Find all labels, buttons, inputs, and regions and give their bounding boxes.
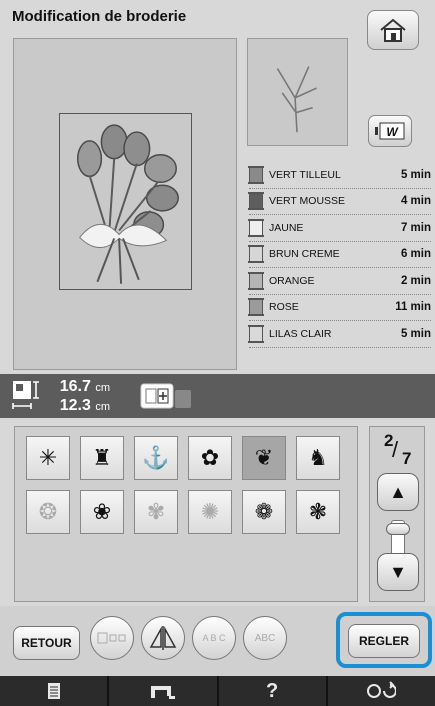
- thread-spool-icon: [248, 245, 264, 264]
- arrow-up-icon: ▲: [389, 481, 407, 502]
- help-button[interactable]: ?: [219, 676, 328, 706]
- regler-highlight: REGLER: [336, 612, 432, 668]
- thread-color-row: ROSE 11 min: [248, 295, 431, 321]
- design-size-readout: 16.7 cm 12.3 cm: [50, 378, 110, 416]
- action-bar: RETOUR A B C ABC REGLER: [0, 606, 435, 676]
- thread-settings-button[interactable]: [328, 676, 435, 706]
- design-thumbnail-image: [276, 66, 317, 133]
- height-unit: cm: [95, 382, 110, 394]
- pattern-tile[interactable]: ♞: [296, 436, 340, 480]
- stitch-preview-icon: W: [375, 122, 405, 140]
- arrow-down-icon: ▼: [389, 561, 407, 582]
- width-unit: cm: [95, 401, 110, 413]
- thread-spool-icon: [248, 324, 264, 343]
- mirror-icon: [149, 626, 177, 650]
- pattern-tile[interactable]: ❁: [242, 490, 286, 534]
- stitch-preview-button[interactable]: W: [368, 115, 412, 147]
- thread-color-time: 5 min: [400, 168, 431, 181]
- thread-settings-icon: [367, 681, 397, 698]
- thread-color-row: LILAS CLAIR 5 min: [248, 321, 431, 348]
- sewing-machine-icon: [150, 686, 175, 699]
- page-separator: /: [392, 437, 399, 462]
- pattern-tile[interactable]: ♜: [80, 436, 124, 480]
- home-button[interactable]: [367, 10, 419, 50]
- document-button[interactable]: [0, 676, 110, 706]
- thread-color-name: LILAS CLAIR: [269, 327, 332, 340]
- total-pages: 7: [402, 449, 412, 468]
- pattern-tile-disabled: ✾: [134, 490, 178, 534]
- hoop-frame-icon: [140, 383, 191, 409]
- thread-color-name: ORANGE: [269, 274, 315, 287]
- thread-color-time: 11 min: [395, 301, 431, 314]
- design-thumbnail: [247, 38, 348, 146]
- thread-spool-icon: [248, 271, 264, 290]
- design-size-bar: 16.7 cm 12.3 cm: [0, 374, 435, 418]
- pattern-tile[interactable]: ❀: [80, 490, 124, 534]
- page-scrollbar-thumb[interactable]: [386, 523, 410, 535]
- thread-color-time: 7 min: [400, 221, 431, 234]
- thread-color-time: 6 min: [400, 248, 431, 261]
- thread-spool-icon: [248, 165, 264, 184]
- mirror-button[interactable]: [141, 616, 185, 660]
- thread-color-name: BRUN CREME: [269, 248, 340, 261]
- thread-color-name: VERT MOUSSE: [269, 195, 346, 208]
- flower-bouquet-design: [76, 124, 179, 284]
- embroidery-preview-panel: [13, 38, 237, 370]
- thread-color-name: ROSE: [269, 301, 299, 314]
- sewing-machine-button[interactable]: [109, 676, 219, 706]
- thread-color-name: VERT TILLEUL: [269, 168, 341, 181]
- bottom-navigation-bar: ?: [0, 676, 435, 706]
- thread-color-time: 2 min: [400, 274, 431, 287]
- thread-spool-icon: [248, 298, 264, 317]
- thread-color-row: JAUNE 7 min: [248, 215, 431, 242]
- page-indicator: 2 / 7: [378, 431, 418, 471]
- thread-color-row: ORANGE 2 min: [248, 268, 431, 295]
- layout-icon: [97, 632, 126, 644]
- pattern-tile[interactable]: ⚓: [134, 436, 178, 480]
- thread-color-name: JAUNE: [269, 221, 304, 234]
- retour-button[interactable]: RETOUR: [13, 626, 80, 660]
- thread-spool-icon: [248, 192, 264, 211]
- width-value: 12.3: [59, 397, 91, 414]
- layout-button[interactable]: [90, 616, 134, 660]
- pattern-pagination: 2 / 7 ▲ ▼: [369, 426, 425, 602]
- thread-color-time: 4 min: [400, 195, 431, 208]
- pattern-tile-selected[interactable]: ❦: [242, 436, 286, 480]
- page-up-button[interactable]: ▲: [377, 473, 419, 511]
- embroidery-edit-screen: Modification de broderie W VERT TILLEUL …: [0, 0, 435, 706]
- stitch-preview-label: W: [386, 125, 399, 139]
- home-icon: [380, 18, 406, 42]
- thread-color-time: 5 min: [400, 327, 431, 340]
- thread-color-list: VERT TILLEUL 5 min VERT MOUSSE 4 min JAU…: [248, 162, 431, 348]
- thread-color-row: BRUN CREME 6 min: [248, 242, 431, 268]
- pattern-selection-grid: ✳ ♜ ⚓ ✿ ❦ ♞ ❂ ❀ ✾ ✺ ❁ ❃: [14, 426, 358, 602]
- pattern-tile-disabled: ❂: [26, 490, 70, 534]
- document-icon: [47, 683, 60, 699]
- embroidery-hoop-frame: [59, 113, 192, 290]
- height-value: 16.7: [59, 378, 91, 395]
- pattern-tile[interactable]: ✿: [188, 436, 232, 480]
- pattern-tile[interactable]: ✳: [26, 436, 70, 480]
- regler-button[interactable]: REGLER: [348, 624, 420, 658]
- page-down-button[interactable]: ▼: [377, 553, 419, 591]
- page-title: Modification de broderie: [12, 8, 187, 25]
- text-check-button[interactable]: ABC: [243, 616, 287, 660]
- pattern-tile-disabled: ✺: [188, 490, 232, 534]
- pattern-tile[interactable]: ❃: [296, 490, 340, 534]
- thread-color-row: VERT TILLEUL 5 min: [248, 162, 431, 189]
- help-icon: ?: [266, 679, 279, 702]
- thread-spool-icon: [248, 218, 264, 237]
- size-dimensions-icon: [12, 381, 39, 409]
- text-arc-button[interactable]: A B C: [192, 616, 236, 660]
- thread-color-row: VERT MOUSSE 4 min: [248, 189, 431, 215]
